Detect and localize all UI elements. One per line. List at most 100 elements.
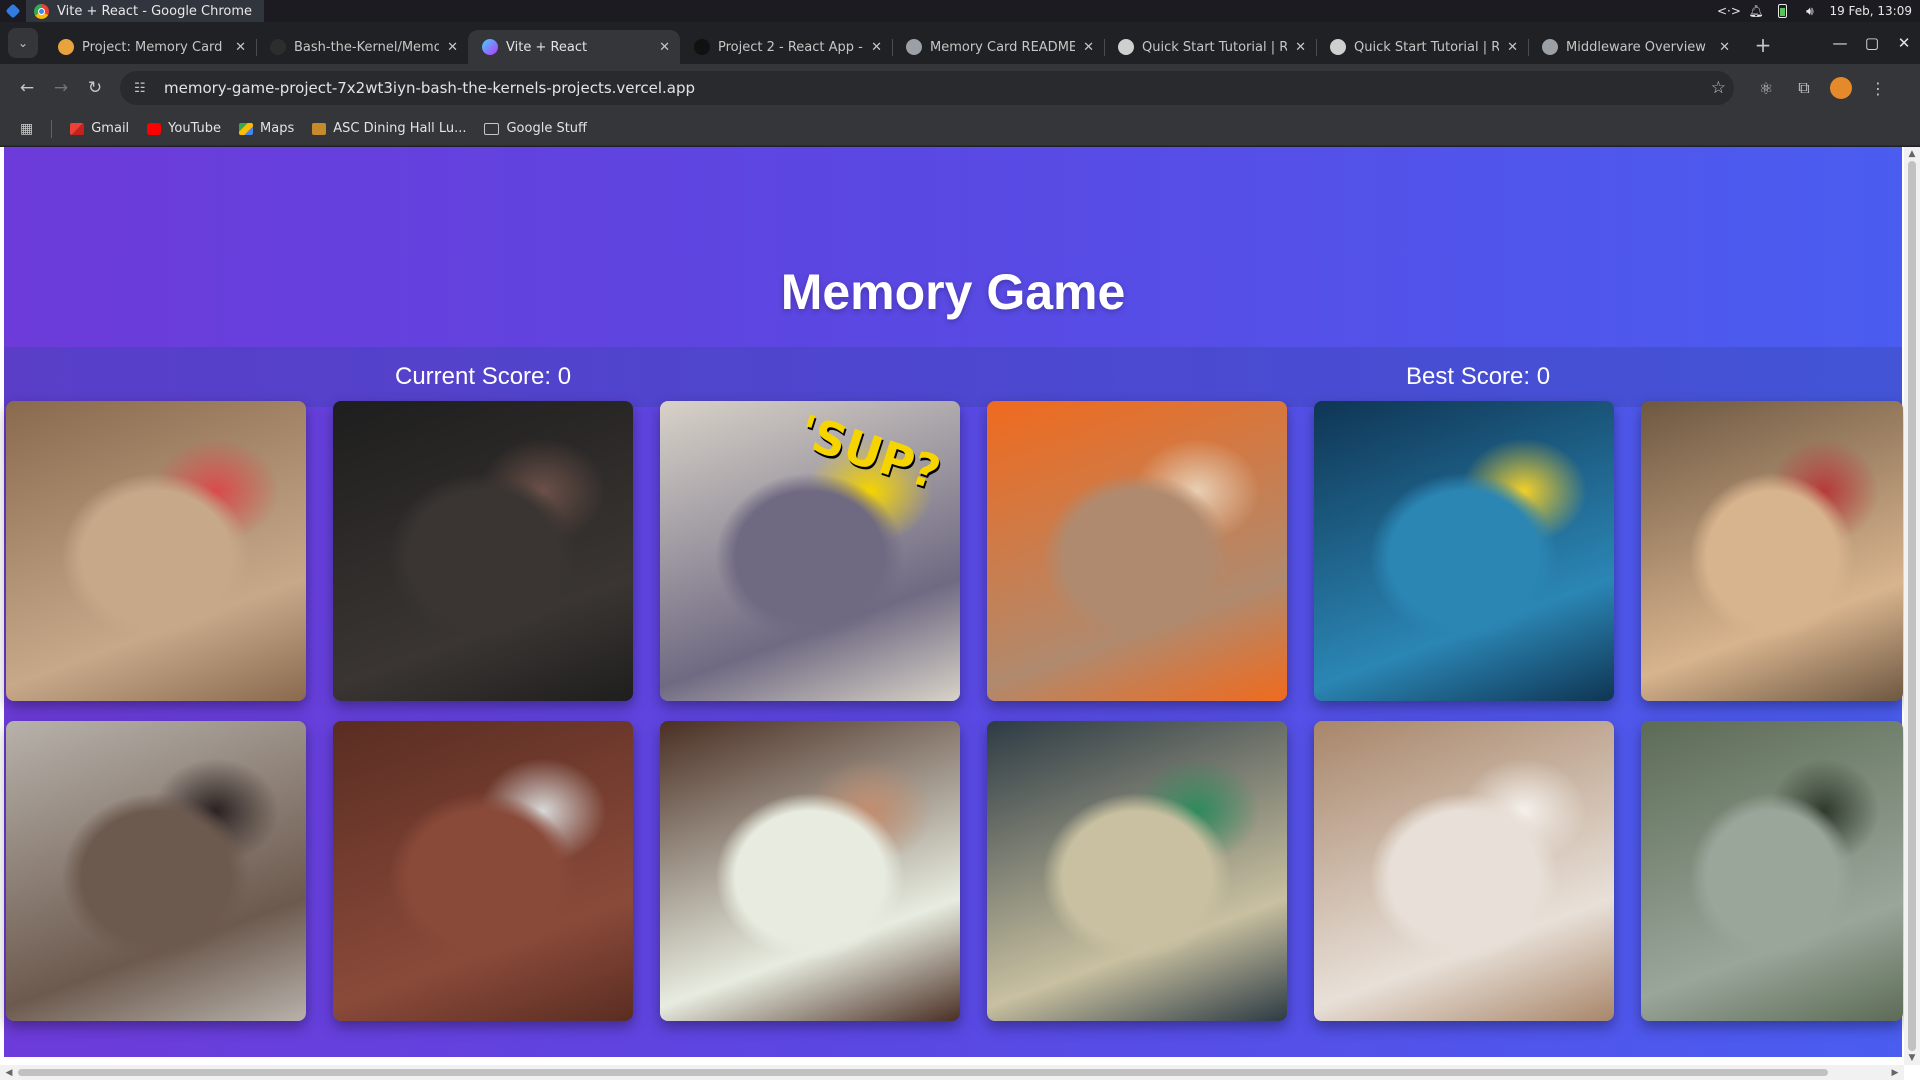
memory-card-cartoon-dog-laughing[interactable] xyxy=(987,401,1287,701)
horizontal-scroll-thumb[interactable] xyxy=(18,1069,1828,1076)
new-tab-button[interactable]: + xyxy=(1748,30,1778,60)
tab-list: Project: Memory Card | T ✕ Bash-the-Kernel… xyxy=(44,30,1740,64)
memory-card-boy-with-comb[interactable] xyxy=(1641,401,1903,701)
scroll-left-arrow[interactable]: ◀ xyxy=(2,1065,16,1080)
tab-title: Memory Card README G xyxy=(930,39,1076,55)
toolbar-extensions: ⚛ ⧉ ⋮ xyxy=(1754,76,1890,100)
bookmark-google[interactable]: Google Stuff xyxy=(484,121,587,136)
tab-4[interactable]: Project 2 - React App - CS ✕ xyxy=(680,30,892,64)
tab-title: Middleware Overview xyxy=(1566,39,1706,55)
bookmarks-divider xyxy=(51,119,53,138)
memory-card-luchador-dancing[interactable] xyxy=(6,401,306,701)
scoreboard: Current Score: 0 Best Score: 0 xyxy=(4,347,1902,407)
battery-icon[interactable] xyxy=(1775,4,1790,19)
tab-title: Bash-the-Kernel/Memory xyxy=(294,39,440,55)
memory-card-kitten-sup[interactable]: 'SUP? xyxy=(660,401,960,701)
railway-icon xyxy=(1118,39,1134,55)
launcher-icon xyxy=(5,3,21,19)
tab-5[interactable]: Memory Card README G ✕ xyxy=(892,30,1104,64)
memory-card-toy-blocks-pile[interactable] xyxy=(987,721,1287,1021)
active-task-title: Vite + React - Google Chrome xyxy=(57,3,253,19)
youtube-icon xyxy=(147,122,162,135)
menu-kebab-icon[interactable]: ⋮ xyxy=(1866,76,1890,100)
browser-toolbar: ← → ↻ ☷ memory-game-project-7x2wt3iyn-ba… xyxy=(0,64,1920,112)
close-tab-icon[interactable]: ✕ xyxy=(1507,40,1518,55)
close-tab-icon[interactable]: ✕ xyxy=(1719,40,1730,55)
tab-3[interactable]: Vite + React ✕ xyxy=(468,30,680,64)
gmail-icon xyxy=(70,122,85,135)
memory-card-chihuahua-in-bowl[interactable] xyxy=(1314,721,1614,1021)
address-bar[interactable]: ☷ memory-game-project-7x2wt3iyn-bash-the… xyxy=(120,71,1734,105)
scroll-down-arrow[interactable]: ▼ xyxy=(1904,1051,1920,1065)
url-text[interactable]: memory-game-project-7x2wt3iyn-bash-the-k… xyxy=(164,79,1711,97)
reload-button[interactable]: ↻ xyxy=(78,71,112,105)
close-tab-icon[interactable]: ✕ xyxy=(1083,40,1094,55)
react-devtools-icon[interactable]: ⚛ xyxy=(1754,76,1778,100)
maximize-button[interactable]: ▢ xyxy=(1856,27,1888,59)
close-tab-icon[interactable]: ✕ xyxy=(447,40,458,55)
bookmark-youtube[interactable]: YouTube xyxy=(147,121,221,136)
minimize-button[interactable]: — xyxy=(1824,27,1856,59)
bookmark-label: YouTube xyxy=(168,121,222,136)
site-info-icon[interactable]: ☷ xyxy=(134,81,152,96)
current-score: Current Score: 0 xyxy=(395,363,572,390)
notification-bell-icon[interactable]: 🔔︎ xyxy=(1748,4,1763,19)
tab-1[interactable]: Project: Memory Card | T ✕ xyxy=(44,30,256,64)
memory-card-person-falling-puddle[interactable] xyxy=(1641,721,1903,1021)
folder-icon xyxy=(484,122,500,135)
tab-7[interactable]: Quick Start Tutorial | Rai ✕ xyxy=(1316,30,1528,64)
memory-card-minions-laughing[interactable] xyxy=(1314,401,1614,701)
bookmark-label: ASC Dining Hall Lu... xyxy=(333,121,467,136)
bookmark-asc[interactable]: ASC Dining Hall Lu... xyxy=(312,121,466,136)
forward-button[interactable]: → xyxy=(44,71,78,105)
maps-icon xyxy=(239,122,254,135)
tab-strip: ⌄ Project: Memory Card | T ✕ Bash-the-Kern… xyxy=(0,22,1920,64)
close-tab-icon[interactable]: ✕ xyxy=(235,40,246,55)
bookmark-maps[interactable]: Maps xyxy=(239,121,294,136)
tab-title: Quick Start Tutorial | Rai xyxy=(1354,39,1500,55)
tab-title: Project 2 - React App - CS xyxy=(718,39,863,55)
tab-2[interactable]: Bash-the-Kernel/Memory ✕ xyxy=(256,30,468,64)
close-tab-icon[interactable]: ✕ xyxy=(659,40,670,55)
active-task[interactable]: Vite + React - Google Chrome xyxy=(26,0,265,22)
tab-title: Project: Memory Card | T xyxy=(82,39,228,55)
memory-card-woman-dancing[interactable] xyxy=(6,721,306,1021)
chatgpt-icon xyxy=(1542,39,1558,55)
close-window-button[interactable]: ✕ xyxy=(1888,27,1920,59)
chrome-icon xyxy=(34,3,49,19)
vertical-scroll-thumb[interactable] xyxy=(1908,161,1916,1051)
vertical-scrollbar[interactable]: ▲ ▼ xyxy=(1904,147,1920,1065)
extensions-puzzle-icon[interactable]: ⧉ xyxy=(1792,76,1816,100)
memory-card-black-dog-staring[interactable] xyxy=(333,401,633,701)
memory-game-app: Memory Game Current Score: 0 Best Score:… xyxy=(4,147,1903,1057)
vite-icon xyxy=(482,39,498,55)
launcher-button[interactable] xyxy=(0,0,26,22)
window-controls: — ▢ ✕ xyxy=(1824,22,1920,64)
bookmark-label: Google Stuff xyxy=(506,121,587,136)
horizontal-scrollbar[interactable]: ◀ ▶ xyxy=(0,1065,1904,1080)
memory-card-laughing-kid[interactable] xyxy=(660,721,960,1021)
profile-avatar[interactable] xyxy=(1830,77,1852,99)
close-tab-icon[interactable]: ✕ xyxy=(871,40,882,55)
bookmark-list: Gmail YouTube Maps ASC Dining Hall Lu... Goo… xyxy=(70,121,587,136)
github-icon xyxy=(270,39,286,55)
network-icon[interactable]: <·> xyxy=(1717,4,1741,19)
scroll-right-arrow[interactable]: ▶ xyxy=(1888,1065,1902,1080)
bookmark-gmail[interactable]: Gmail xyxy=(70,121,129,136)
bookmark-label: Maps xyxy=(260,121,295,136)
memory-card-dog-face-wind[interactable] xyxy=(333,721,633,1021)
close-tab-icon[interactable]: ✕ xyxy=(1295,40,1306,55)
back-button[interactable]: ← xyxy=(10,71,44,105)
tab-6[interactable]: Quick Start Tutorial | Rai ✕ xyxy=(1104,30,1316,64)
bookmark-star-icon[interactable]: ☆ xyxy=(1711,78,1726,98)
sup-caption: 'SUP? xyxy=(792,403,947,501)
apps-grid-icon[interactable]: ▦ xyxy=(20,121,33,137)
tab-8[interactable]: Middleware Overview ✕ xyxy=(1528,30,1740,64)
scroll-up-arrow[interactable]: ▲ xyxy=(1904,147,1920,161)
system-tray: <·> 🔔︎ 🔊︎ 19 Feb, 13:09 xyxy=(1717,0,1912,22)
os-taskbar: Vite + React - Google Chrome <·> 🔔︎ 🔊︎ 1… xyxy=(0,0,1920,22)
volume-icon[interactable]: 🔊︎ xyxy=(1802,4,1817,19)
clock[interactable]: 19 Feb, 13:09 xyxy=(1829,4,1912,18)
page-title: Memory Game xyxy=(780,264,1126,320)
tab-search-button[interactable]: ⌄ xyxy=(8,28,38,58)
